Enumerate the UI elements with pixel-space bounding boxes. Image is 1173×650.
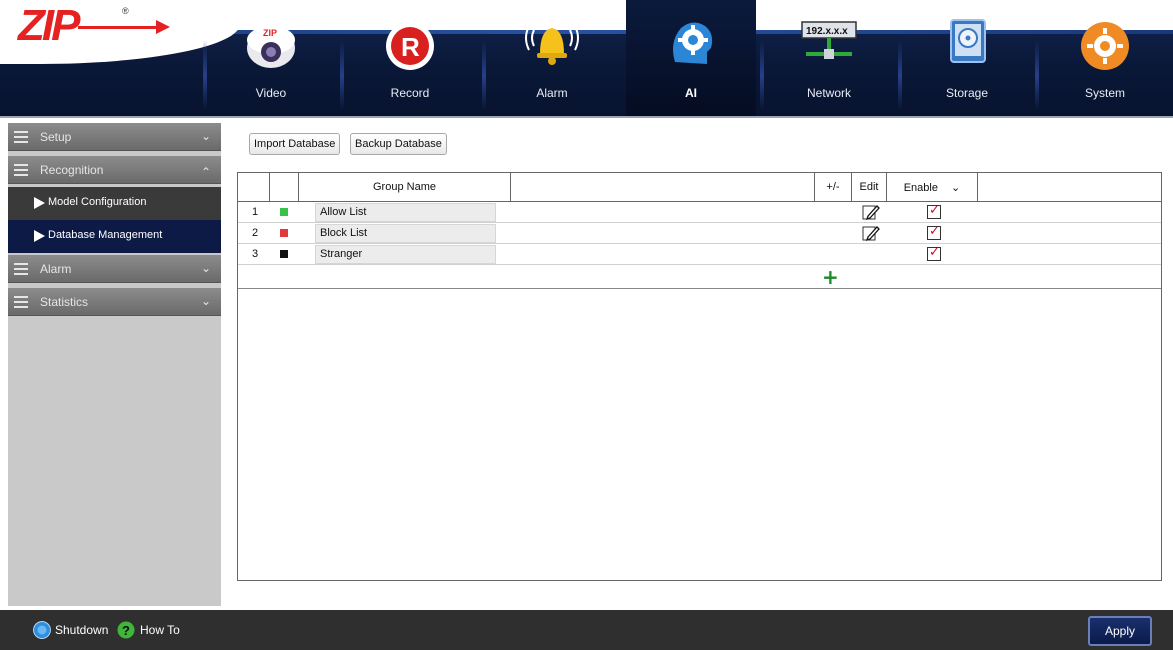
nav-alarm[interactable]: Alarm: [487, 0, 617, 118]
nav-label: Storage: [945, 86, 989, 100]
row-index: 3: [252, 248, 259, 260]
logo-registered-mark: ®: [122, 6, 129, 16]
footer-bar: Shutdown ? How To: [0, 610, 1173, 650]
sidebar-section-alarm[interactable]: Alarm ⌄: [8, 255, 221, 283]
sidebar-section-label: Alarm: [40, 262, 72, 276]
header-plusminus: +/-: [815, 173, 852, 202]
nav-label: Network: [806, 86, 851, 100]
sidebar-section-setup[interactable]: Setup ⌄: [8, 123, 221, 151]
edit-icon[interactable]: [862, 224, 880, 242]
menu-icon: [14, 296, 28, 308]
menu-icon: [14, 263, 28, 275]
nav-system[interactable]: System: [1040, 0, 1170, 118]
network-icon: 192.x.x.x: [801, 21, 857, 59]
enable-checkbox[interactable]: [927, 245, 941, 261]
header-divider: [0, 116, 1173, 118]
table-row[interactable]: 3 Stranger: [238, 244, 1161, 265]
how-to-label[interactable]: How To: [140, 623, 180, 637]
chevron-down-icon: ⌄: [200, 129, 211, 143]
header-color: [270, 173, 299, 202]
svg-text:?: ?: [122, 623, 130, 638]
chevron-down-icon: ⌄: [200, 294, 211, 308]
table-header: Group Name +/- Edit Enable ⌄: [238, 173, 1161, 202]
sidebar-item-model-configuration[interactable]: Model Configuration: [8, 187, 221, 220]
sidebar-section-recognition[interactable]: Recognition ⌃: [8, 156, 221, 184]
header-enable-label: Enable: [903, 182, 938, 194]
sidebar-section-label: Statistics: [40, 295, 89, 309]
sidebar-item-label: Database Management: [48, 229, 163, 241]
backup-database-button[interactable]: Backup Database: [350, 133, 447, 155]
sidebar: Setup ⌄ Recognition ⌃ Model Configuratio…: [8, 123, 221, 606]
header-group-name: Group Name: [299, 173, 511, 202]
table-row[interactable]: 1 Allow List: [238, 202, 1161, 223]
logo-arrowhead: [156, 20, 170, 34]
import-database-button[interactable]: Import Database: [249, 133, 341, 155]
sidebar-section-statistics[interactable]: Statistics ⌄: [8, 288, 221, 316]
group-color-swatch: [280, 229, 288, 237]
camera-icon: ZIP: [247, 26, 295, 68]
menu-icon: [14, 164, 28, 176]
network-badge: 192.x.x.x: [806, 26, 848, 37]
header-blank: [511, 173, 815, 202]
nav-storage[interactable]: Storage: [902, 0, 1032, 118]
sidebar-section-label: Recognition: [40, 163, 104, 177]
enable-checkbox[interactable]: [927, 203, 941, 219]
svg-text:ZIP: ZIP: [263, 28, 277, 38]
logo-text: ZIP: [18, 1, 80, 50]
sidebar-item-label: Model Configuration: [48, 196, 147, 208]
group-color-swatch: [280, 250, 288, 258]
chevron-up-icon: ⌃: [200, 165, 211, 179]
record-icon: R: [386, 22, 434, 70]
header-edit: Edit: [852, 173, 887, 202]
sidebar-item-database-management[interactable]: Database Management: [8, 220, 221, 253]
edit-icon[interactable]: [862, 203, 880, 221]
menu-icon: [14, 131, 28, 143]
group-name-field[interactable]: Block List: [315, 224, 496, 243]
logo-arrow: [78, 26, 164, 29]
shutdown-label[interactable]: Shutdown: [55, 623, 108, 637]
hard-drive-icon: [950, 19, 986, 63]
apply-button[interactable]: Apply: [1088, 616, 1152, 646]
enable-checkbox[interactable]: [927, 224, 941, 240]
triangle-right-icon: [34, 230, 45, 242]
group-name-field[interactable]: Stranger: [315, 245, 496, 264]
chevron-down-icon: ⌄: [951, 181, 961, 194]
nav-label: Alarm: [536, 86, 568, 100]
chevron-down-icon: ⌄: [200, 261, 211, 275]
zip-logo: ZIP ®: [18, 1, 170, 50]
nav-ai[interactable]: AI: [626, 0, 756, 118]
header-enable[interactable]: Enable ⌄: [887, 173, 978, 202]
ai-gear-head-icon: [673, 22, 713, 65]
group-color-swatch: [280, 208, 288, 216]
svg-text:R: R: [401, 32, 420, 62]
table-row[interactable]: 2 Block List: [238, 223, 1161, 244]
nav-record[interactable]: R Record: [345, 0, 475, 118]
nav-label: Video: [255, 86, 287, 100]
nav-separator: [482, 40, 486, 110]
group-table: Group Name +/- Edit Enable ⌄ 1 Allow Lis…: [237, 172, 1162, 581]
add-group-row: +: [238, 266, 1161, 289]
row-index: 2: [252, 227, 259, 239]
top-navigation: ZIP ® ZIP Video R Record Alarm AI 192.x.…: [0, 0, 1173, 118]
sidebar-section-label: Setup: [40, 130, 72, 144]
bell-icon: [525, 25, 579, 65]
nav-label: Record: [390, 86, 430, 100]
system-gear-icon: [1081, 22, 1129, 70]
row-index: 1: [252, 206, 259, 218]
nav-separator: [1035, 40, 1039, 110]
header-index: [238, 173, 270, 202]
nav-separator: [340, 40, 344, 110]
triangle-right-icon: [34, 197, 45, 209]
nav-label: System: [1084, 86, 1125, 100]
add-group-icon[interactable]: +: [822, 266, 839, 288]
help-icon[interactable]: ?: [117, 621, 135, 639]
nav-video[interactable]: ZIP Video: [206, 0, 336, 118]
nav-network[interactable]: 192.x.x.x Network: [764, 0, 894, 118]
group-name-field[interactable]: Allow List: [315, 203, 496, 222]
shutdown-icon[interactable]: [33, 621, 51, 639]
nav-label: AI: [685, 86, 697, 100]
